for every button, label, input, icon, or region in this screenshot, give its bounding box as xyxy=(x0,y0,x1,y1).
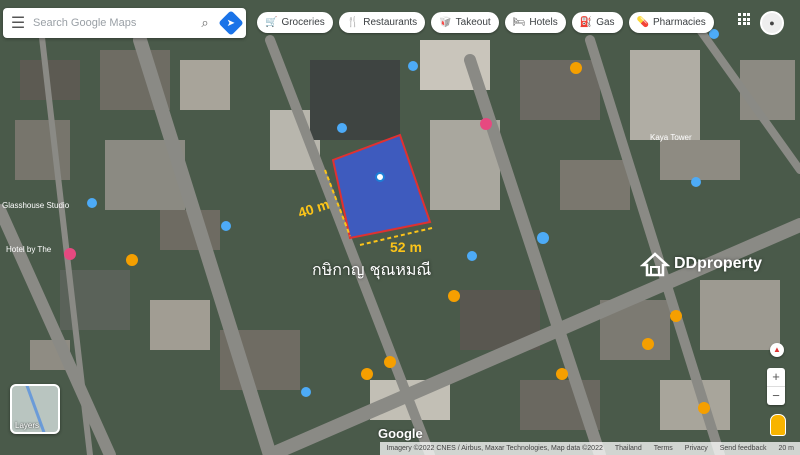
attribution-feedback[interactable]: Send feedback xyxy=(720,445,767,452)
chip-groceries[interactable]: 🛒 Groceries xyxy=(257,12,333,33)
zoom-out-button[interactable]: − xyxy=(767,387,785,405)
chip-label: Restaurants xyxy=(363,17,418,28)
plot-length-label: 52 m xyxy=(390,239,422,255)
directions-icon[interactable]: ➤ xyxy=(218,10,244,36)
chip-hotels[interactable]: 🛏 Hotels xyxy=(504,12,566,33)
google-apps-icon[interactable] xyxy=(738,13,750,25)
owner-name-overlay: กษิกาญ ชุณหมณี xyxy=(312,260,432,279)
google-logo: Google xyxy=(378,426,423,441)
map-attribution: Imagery ©2022 CNES / Airbus, Maxar Techn… xyxy=(380,442,800,455)
search-box[interactable]: ☰ Search Google Maps ⌕ ➤ xyxy=(3,8,246,38)
pharmacy-icon: 💊 xyxy=(636,17,649,28)
ddproperty-watermark: DDproperty xyxy=(640,251,762,277)
place-label-kaya[interactable]: Kaya Tower xyxy=(650,133,692,142)
layers-label: Layers xyxy=(15,421,40,430)
fork-knife-icon: 🍴 xyxy=(346,17,360,28)
bed-icon: 🛏 xyxy=(512,17,526,28)
chip-pharmacies[interactable]: 💊 Pharmacies xyxy=(628,12,714,33)
search-input[interactable]: Search Google Maps xyxy=(33,17,194,29)
chip-gas[interactable]: ⛽ Gas xyxy=(571,12,623,33)
place-label-glasshouse[interactable]: Glasshouse Studio xyxy=(2,201,70,210)
zoom-in-button[interactable]: + xyxy=(767,368,785,386)
zoom-control: + − xyxy=(767,368,785,405)
plot-center-pin[interactable] xyxy=(375,172,385,182)
place-label-hotel[interactable]: Hotel by The xyxy=(6,245,52,254)
layers-button[interactable]: Layers xyxy=(10,384,60,434)
attribution-region[interactable]: Thailand xyxy=(615,445,642,452)
chip-label: Hotels xyxy=(529,17,558,28)
scale-label: 20 m xyxy=(778,445,794,452)
category-chips: 🛒 Groceries 🍴 Restaurants 🥡 Takeout 🛏 Ho… xyxy=(257,12,714,33)
chip-label: Takeout xyxy=(455,17,491,28)
shopping-cart-icon: 🛒 xyxy=(265,17,278,28)
attribution-terms[interactable]: Terms xyxy=(654,445,673,452)
chip-label: Pharmacies xyxy=(652,17,706,28)
satellite-map[interactable]: 40 m 52 m Glasshouse Studio Hotel by The… xyxy=(0,0,800,455)
compass-icon[interactable]: ▲ xyxy=(770,343,784,357)
account-avatar[interactable]: ● xyxy=(760,11,784,35)
chip-takeout[interactable]: 🥡 Takeout xyxy=(431,12,499,33)
watermark-brand: DDproperty xyxy=(674,255,763,272)
chip-label: Groceries xyxy=(281,17,325,28)
house-logo-icon xyxy=(640,252,670,277)
takeout-icon: 🥡 xyxy=(439,17,452,28)
hamburger-menu-icon[interactable]: ☰ xyxy=(3,13,33,33)
attribution-imagery: Imagery ©2022 CNES / Airbus, Maxar Techn… xyxy=(386,445,603,452)
gas-pump-icon: ⛽ xyxy=(579,17,593,28)
attribution-privacy[interactable]: Privacy xyxy=(685,445,708,452)
chip-label: Gas xyxy=(596,17,615,28)
chip-restaurants[interactable]: 🍴 Restaurants xyxy=(338,12,426,33)
search-icon[interactable]: ⌕ xyxy=(194,15,216,31)
street-view-pegman-icon[interactable] xyxy=(770,414,786,436)
